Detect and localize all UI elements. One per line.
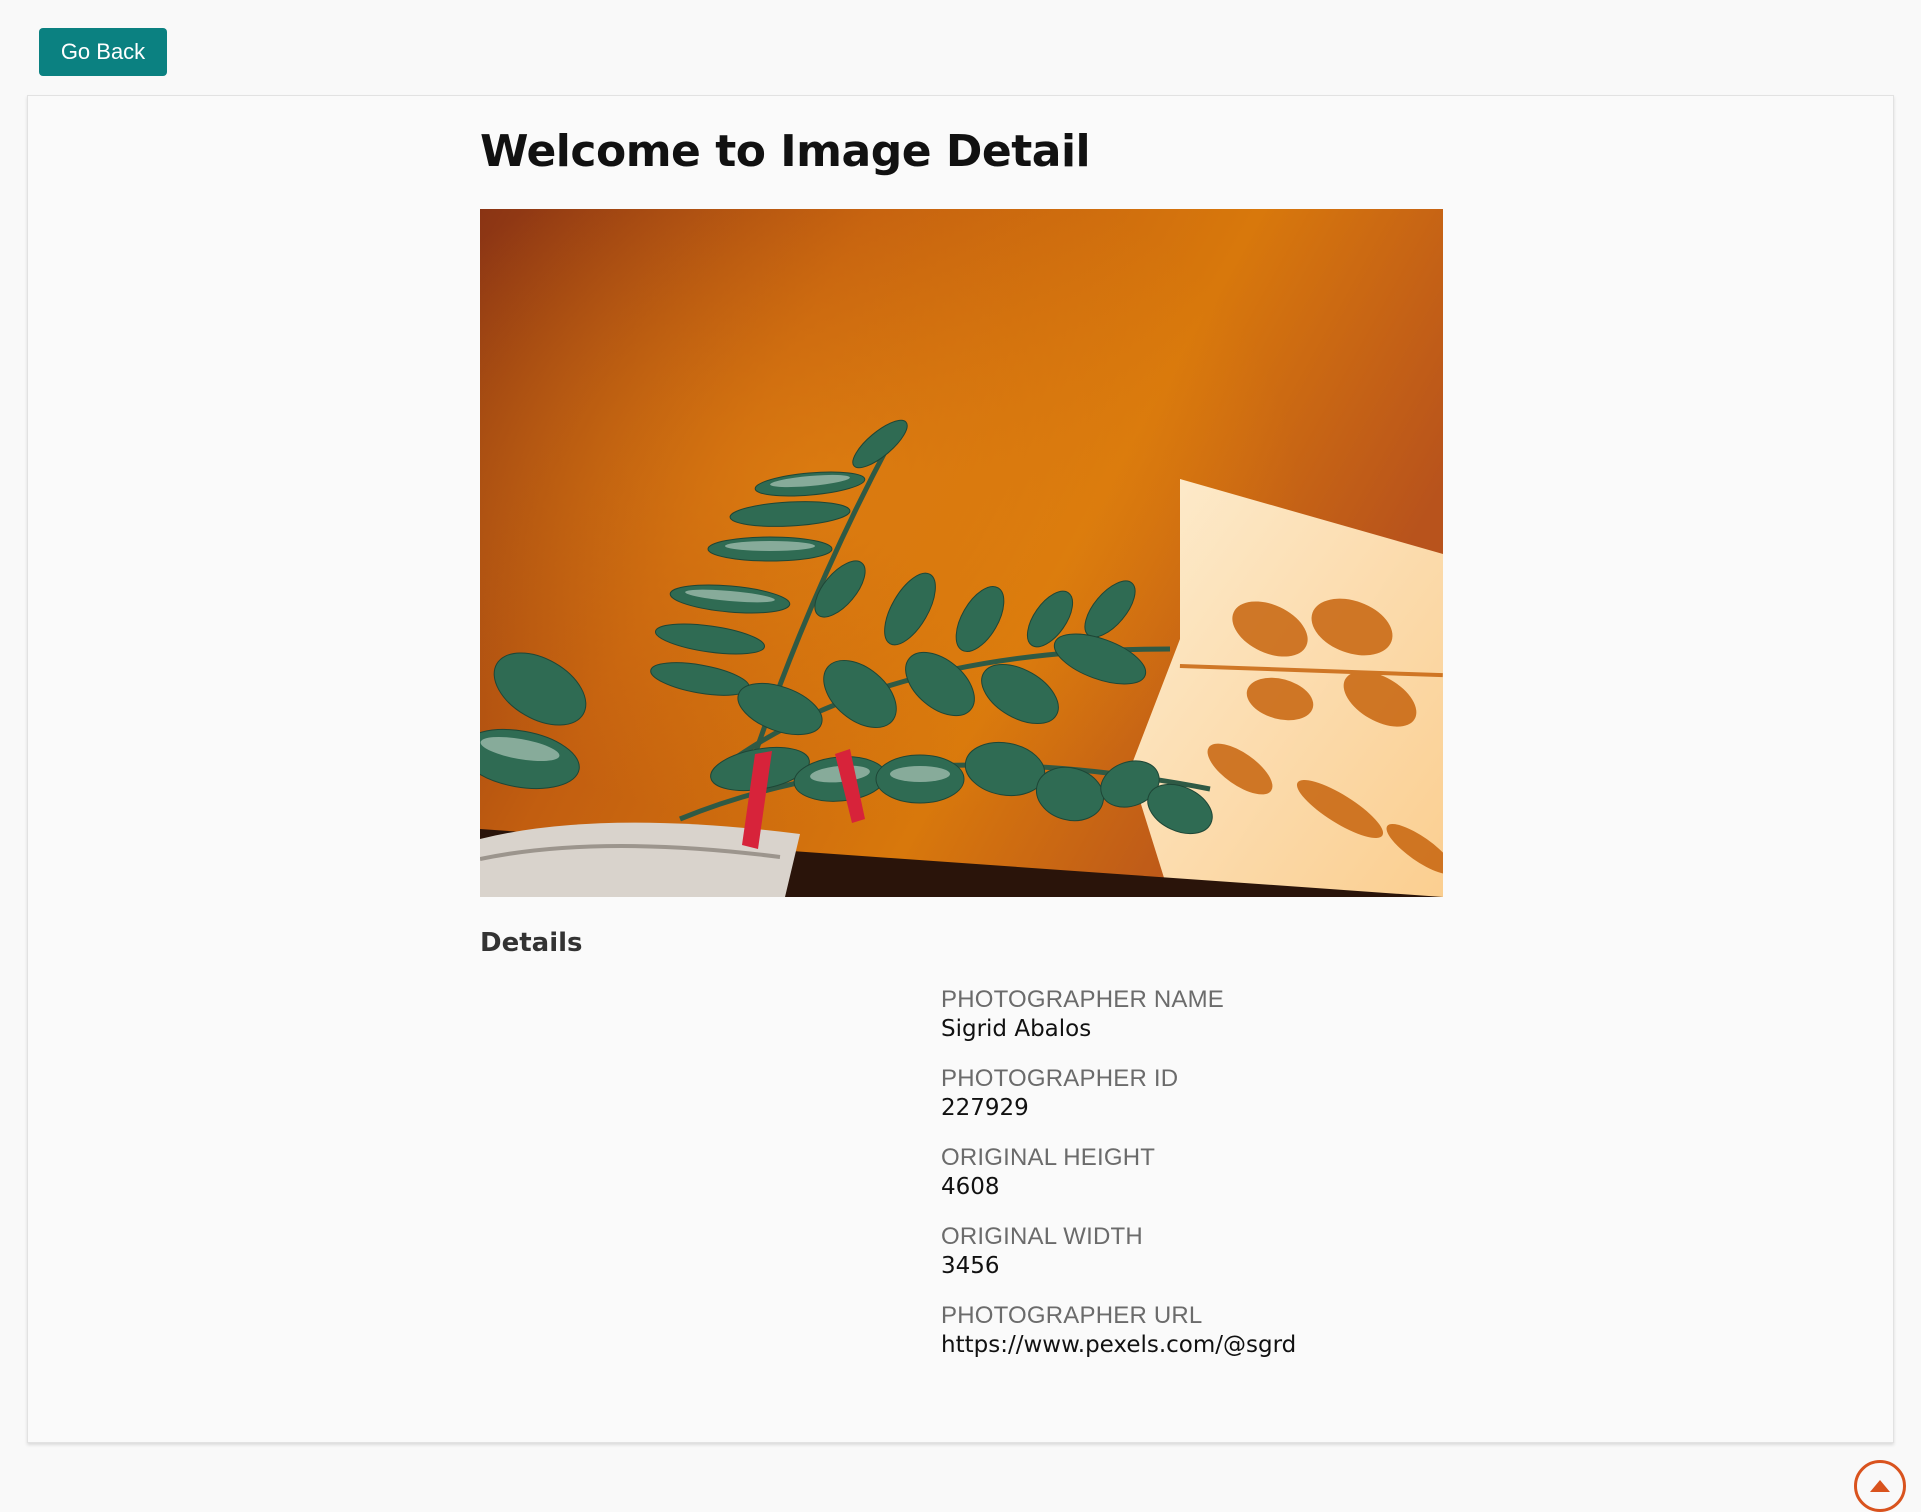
detail-value: https://www.pexels.com/@sgrd <box>941 1332 1297 1358</box>
detail-image <box>480 209 1443 897</box>
detail-label: PHOTOGRAPHER ID <box>941 1065 1179 1092</box>
detail-label: ORIGINAL HEIGHT <box>941 1144 1156 1171</box>
detail-label: PHOTOGRAPHER URL <box>941 1302 1203 1329</box>
detail-value: Sigrid Abalos <box>941 1016 1092 1042</box>
detail-original-width: ORIGINAL WIDTH 3456 <box>941 1223 1296 1302</box>
detail-photographer-url: PHOTOGRAPHER URL https://www.pexels.com/… <box>941 1302 1296 1381</box>
detail-photographer-name: PHOTOGRAPHER NAME Sigrid Abalos <box>941 986 1296 1065</box>
scroll-to-top-button[interactable] <box>1854 1460 1906 1512</box>
go-back-button[interactable]: Go Back <box>39 28 167 76</box>
page-title: Welcome to Image Detail <box>480 126 1091 177</box>
details-heading: Details <box>480 928 583 958</box>
detail-photographer-id: PHOTOGRAPHER ID 227929 <box>941 1065 1296 1144</box>
details-list: PHOTOGRAPHER NAME Sigrid Abalos PHOTOGRA… <box>941 986 1296 1381</box>
detail-label: ORIGINAL WIDTH <box>941 1223 1143 1250</box>
detail-value: 4608 <box>941 1174 1000 1200</box>
arrow-up-icon <box>1870 1480 1890 1492</box>
detail-original-height: ORIGINAL HEIGHT 4608 <box>941 1144 1296 1223</box>
detail-value: 227929 <box>941 1095 1029 1121</box>
detail-label: PHOTOGRAPHER NAME <box>941 986 1224 1013</box>
image-detail-card: Welcome to Image Detail Details PHOTOGRA… <box>27 95 1906 1512</box>
detail-value: 3456 <box>941 1253 1000 1279</box>
